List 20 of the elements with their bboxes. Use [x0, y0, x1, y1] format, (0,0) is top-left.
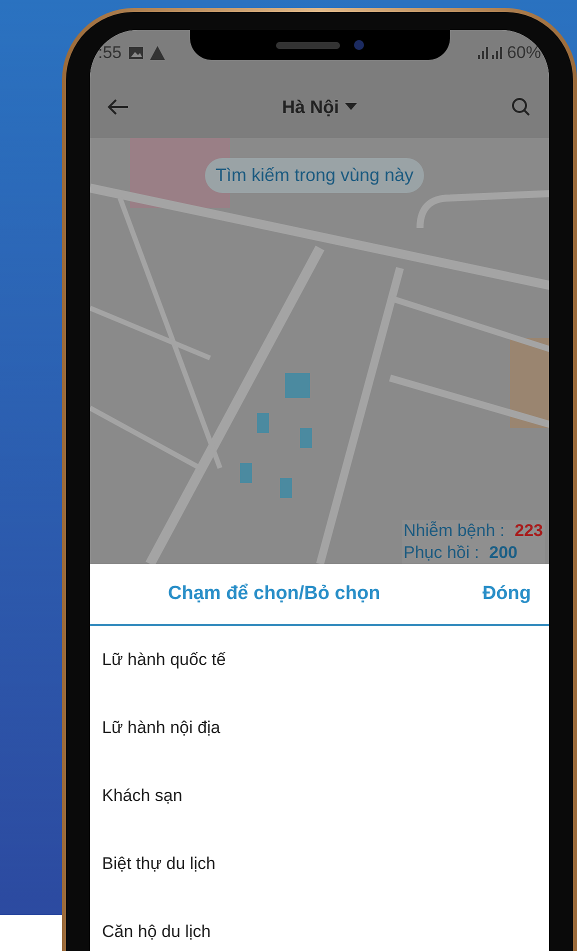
caret-icon [345, 103, 357, 111]
city-dropdown[interactable]: Hà Nội [282, 94, 357, 120]
stat-value: 223 [514, 520, 543, 542]
option-item[interactable]: Biệt thự du lịch [90, 830, 549, 898]
sheet-title: Chạm để chọn/Bỏ chọn [168, 582, 380, 606]
option-item[interactable]: Lữ hành quốc tế [90, 626, 549, 694]
stat-value: 200 [489, 542, 518, 564]
close-button[interactable]: Đóng [482, 580, 531, 608]
battery-percent: 60% [506, 42, 541, 64]
option-item[interactable]: Căn hộ du lịch [90, 898, 549, 951]
stat-label: Phục hồi : [404, 542, 480, 564]
option-item[interactable]: Khách sạn [90, 762, 549, 830]
warning-icon [150, 46, 165, 60]
status-time: :55 [98, 42, 122, 64]
back-arrow-icon [107, 98, 129, 116]
stat-label: Nhiễm bệnh : [404, 520, 505, 542]
image-icon [128, 46, 144, 60]
option-item[interactable]: Lữ hành nội địa [90, 694, 549, 762]
search-icon [510, 97, 531, 117]
signal-icon [478, 47, 504, 59]
